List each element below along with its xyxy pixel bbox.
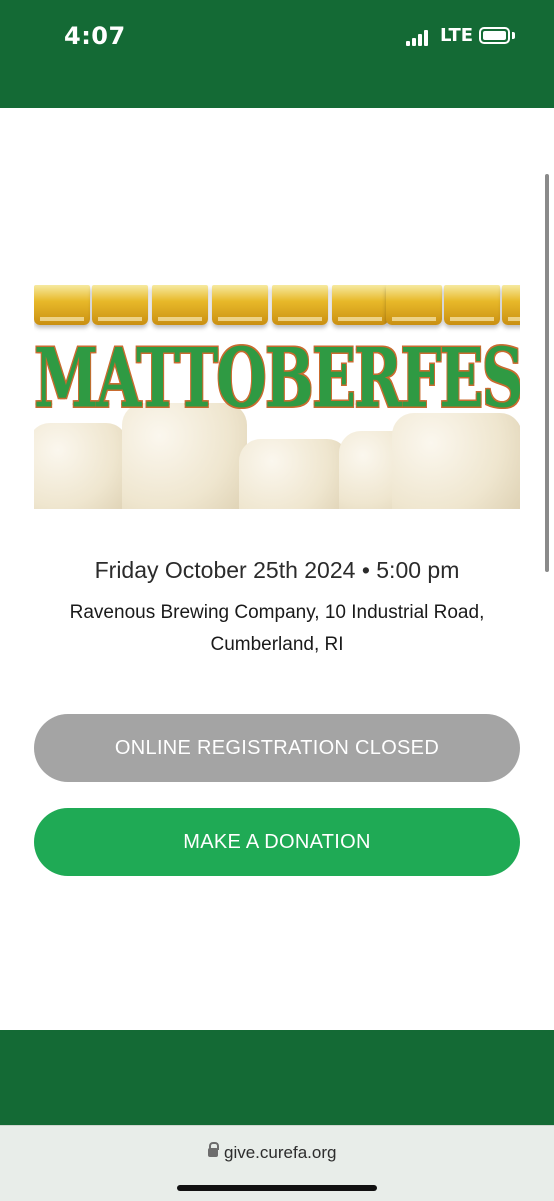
battery-icon bbox=[479, 27, 510, 44]
url-text[interactable]: give.curefa.org bbox=[224, 1143, 336, 1163]
lock-icon bbox=[208, 1142, 219, 1157]
banner-title: MATTOBERFEST bbox=[34, 331, 520, 427]
registration-closed-button: ONLINE REGISTRATION CLOSED bbox=[34, 714, 520, 782]
status-time: 4:07 bbox=[64, 22, 126, 50]
cellular-signal-icon bbox=[406, 30, 432, 46]
beer-mugs-row bbox=[34, 285, 520, 329]
status-bar: 4:07 LTE bbox=[0, 0, 554, 108]
page-footer bbox=[0, 1030, 554, 1125]
network-type: LTE bbox=[440, 25, 474, 46]
event-venue: Ravenous Brewing Company, 10 Industrial … bbox=[69, 602, 485, 655]
event-date-time: Friday October 25th 2024 • 5:00 pm bbox=[94, 557, 460, 583]
event-banner-image: MATTOBERFEST bbox=[34, 285, 520, 509]
page-scrollbar[interactable] bbox=[545, 174, 549, 572]
battery-tip bbox=[512, 32, 515, 39]
home-indicator[interactable] bbox=[177, 1185, 377, 1191]
make-donation-button[interactable]: MAKE A DONATION bbox=[34, 808, 520, 876]
